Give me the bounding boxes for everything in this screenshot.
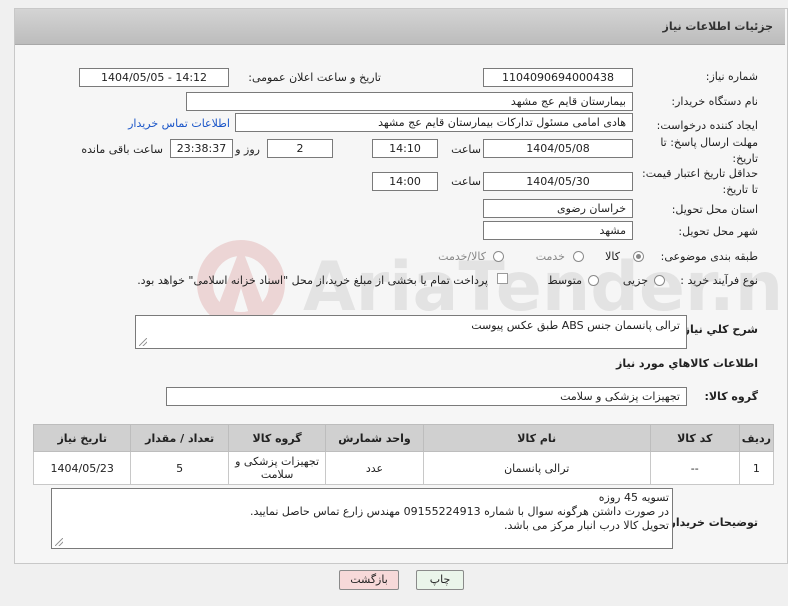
- print-button[interactable]: چاپ: [416, 570, 464, 590]
- table-row[interactable]: 1 -- ترالی پانسمان عدد تجهیزات پزشکی و س…: [32, 451, 775, 485]
- buyer-notes-line-3: تحویل کالا درب انبار مرکز می باشد.: [504, 519, 669, 532]
- process-radio-minor[interactable]: [654, 275, 665, 286]
- general-desc-text: ترالی پانسمان جنس ABS طبق عکس پیوست: [471, 319, 680, 332]
- price-date-field: 1404/05/30: [483, 172, 633, 191]
- cell-unit: عدد: [325, 451, 424, 485]
- price-validity-label-2: تا تاریخ:: [722, 183, 758, 196]
- col-header-item-code: کد کالا: [649, 424, 740, 452]
- page-title: جزئیات اطلاعات نیاز: [662, 20, 774, 33]
- announce-datetime-label: تاریخ و ساعت اعلان عمومی:: [248, 71, 381, 84]
- process-option-minor-label: جزیی: [622, 274, 648, 287]
- days-label: روز و: [235, 143, 260, 156]
- table-header-row: ردیف کد کالا نام کالا واحد شمارش گروه کا…: [32, 424, 775, 452]
- need-number-field: 1104090694000438: [483, 68, 633, 87]
- category-option-goods-label: کالا: [605, 250, 620, 263]
- requester-field: هادی امامی مسئول تدارکات بیمارستان قایم …: [235, 113, 633, 132]
- price-time-label: ساعت: [451, 175, 481, 188]
- col-header-item-group: گروه کالا: [227, 424, 327, 452]
- category-label: طبقه بندی موضوعی:: [660, 250, 758, 263]
- reply-days-field: 2: [267, 139, 333, 158]
- requester-label: ایجاد کننده درخواست:: [656, 119, 758, 132]
- col-header-row-number: ردیف: [738, 424, 775, 452]
- col-header-quantity: تعداد / مقدار: [130, 424, 229, 452]
- category-radio-service[interactable]: [573, 251, 584, 262]
- buyer-contact-link[interactable]: اطلاعات تماس خریدار: [128, 117, 230, 130]
- buyer-notes-line-2: در صورت داشتن هرگونه سوال با شماره 09155…: [250, 505, 669, 518]
- need-number-label: شماره نیاز:: [705, 70, 758, 83]
- goods-info-heading: اطلاعات کالاهاي مورد نياز: [616, 357, 758, 370]
- buyer-notes-textarea[interactable]: تسویه 45 روزه در صورت داشتن هرگونه سوال …: [51, 488, 673, 549]
- cell-item-name: ترالی پانسمان: [422, 451, 651, 485]
- treasury-payment-checkbox[interactable]: [497, 273, 508, 284]
- reply-deadline-label: مهلت ارسال پاسخ: تا: [660, 136, 758, 149]
- reply-time-label: ساعت: [451, 143, 481, 156]
- back-button[interactable]: بازگشت: [339, 570, 399, 590]
- price-time-field: 14:00: [372, 172, 438, 191]
- treasury-payment-note: پرداخت تمام یا بخشی از مبلغ خرید،از محل …: [137, 274, 488, 287]
- cell-row-number: 1: [738, 451, 775, 485]
- delivery-province-field: خراسان رضوی: [483, 199, 633, 218]
- general-desc-textarea[interactable]: ترالی پانسمان جنس ABS طبق عکس پیوست: [135, 315, 687, 349]
- cell-item-code: --: [649, 451, 740, 485]
- col-header-item-name: نام کالا: [422, 424, 651, 452]
- reply-time-field: 14:10: [372, 139, 438, 158]
- process-option-medium-label: متوسط: [547, 274, 582, 287]
- announce-datetime-field: 1404/05/05 - 14:12: [79, 68, 229, 87]
- goods-group-field: تجهیزات پزشکی و سلامت: [166, 387, 687, 406]
- buyer-org-field: بیمارستان قایم عج مشهد: [186, 92, 633, 111]
- process-type-label: نوع فرآیند خرید :: [680, 274, 758, 287]
- cell-quantity: 5: [130, 451, 229, 485]
- category-option-goods-service-label: کالا/خدمت: [438, 250, 486, 263]
- reply-date-field: 1404/05/08: [483, 139, 633, 158]
- buyer-notes-label: توضیحات خریدار:: [665, 516, 758, 529]
- delivery-province-label: استان محل تحویل:: [671, 203, 758, 216]
- cell-item-group: تجهیزات پزشکی و سلامت: [227, 451, 327, 485]
- col-header-need-date: تاریخ نیاز: [32, 424, 132, 452]
- goods-group-label: گروه کالا:: [704, 390, 758, 403]
- cell-need-date: 1404/05/23: [32, 451, 132, 485]
- process-radio-medium[interactable]: [588, 275, 599, 286]
- resize-grip-icon[interactable]: [139, 338, 147, 346]
- reply-deadline-label-2: تاریخ:: [732, 152, 758, 165]
- general-desc-label: شرح کلي نياز:: [679, 323, 758, 336]
- items-table: ردیف کد کالا نام کالا واحد شمارش گروه کا…: [32, 424, 775, 485]
- buyer-org-label: نام دستگاه خریدار:: [671, 95, 758, 108]
- buyer-notes-line-1: تسویه 45 روزه: [598, 491, 669, 504]
- remaining-label: ساعت باقی مانده: [81, 143, 163, 156]
- delivery-city-label: شهر محل تحویل:: [678, 225, 758, 238]
- delivery-city-field: مشهد: [483, 221, 633, 240]
- category-option-service-label: خدمت: [535, 250, 565, 263]
- resize-grip-icon[interactable]: [55, 538, 63, 546]
- reply-remaining-field: 23:38:37: [170, 139, 233, 158]
- page-header: جزئیات اطلاعات نیاز: [15, 9, 785, 45]
- category-radio-goods-service[interactable]: [493, 251, 504, 262]
- category-radio-goods[interactable]: [633, 251, 644, 262]
- price-validity-label: حداقل تاریخ اعتبار قیمت:: [642, 167, 758, 180]
- col-header-unit: واحد شمارش: [325, 424, 424, 452]
